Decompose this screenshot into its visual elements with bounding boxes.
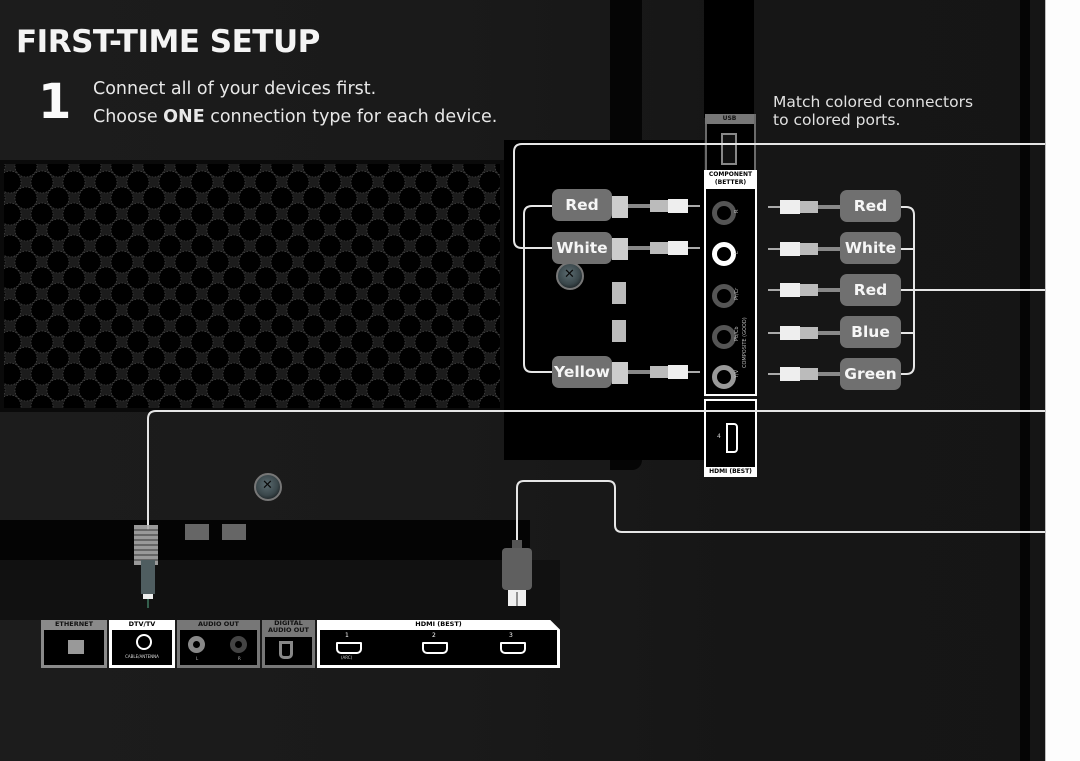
rca-plug-icon: [768, 242, 840, 256]
audio-out-box: AUDIO OUT L R: [177, 620, 260, 668]
optical-port-icon[interactable]: [279, 641, 293, 659]
cable-label-red-pr: Red: [840, 274, 901, 306]
cable-label-blue: Blue: [840, 316, 901, 348]
hdmi-best-box: HDMI (BEST) 1 2 3 (ARC): [317, 620, 560, 668]
stub-jack: [612, 238, 628, 260]
stub-jack: [612, 362, 628, 384]
rca-plug-icon: [768, 367, 840, 381]
cable-label-white: White: [552, 232, 612, 264]
ethernet-port-body: [44, 630, 104, 665]
hdmi-plug-icon: [502, 540, 532, 606]
digital-audio-label-line: AUDIO OUT: [268, 626, 309, 634]
stub-jack: [612, 196, 628, 218]
wire-hdmi: [516, 480, 1045, 540]
coax-port-icon[interactable]: [136, 634, 152, 650]
bezel-foot: [222, 524, 246, 540]
tv-stub-jacks: [612, 282, 626, 342]
hdmi2-number: 2: [432, 632, 436, 639]
dtv-label: DTV/TV: [128, 620, 156, 628]
digital-audio-body: [265, 637, 312, 665]
screw-icon: [556, 262, 584, 290]
hdmi2-port-icon[interactable]: [422, 642, 448, 654]
audio-l-label: L: [196, 656, 199, 661]
audio-out-body: L R: [180, 630, 257, 665]
hdmi1-port-icon[interactable]: [336, 642, 362, 654]
hdmi-best-body: 1 2 3 (ARC): [320, 630, 557, 665]
hdmi-best-label: HDMI (BEST): [415, 620, 462, 628]
ethernet-port-icon[interactable]: [68, 640, 84, 654]
stub-jack: [612, 282, 626, 304]
audio-out-label: AUDIO OUT: [198, 620, 239, 628]
dtv-port-box: DTV/TV CABLE/ANTENNA: [109, 620, 175, 668]
right-rca-plugs: [768, 200, 840, 381]
coax-connector-icon: [134, 525, 158, 608]
side-panel: [1045, 0, 1080, 761]
rca-plug-icon: [628, 365, 700, 379]
dtv-port-body: CABLE/ANTENNA: [112, 630, 172, 665]
audio-r-jack[interactable]: [230, 636, 247, 653]
rca-plug-icon: [628, 199, 700, 213]
cable-label-green: Green: [840, 358, 901, 390]
cable-label-red-audio: Red: [840, 190, 901, 222]
ethernet-port-box: ETHERNET: [41, 620, 107, 668]
digital-audio-label: DIGITAL AUDIO OUT: [262, 620, 315, 636]
rca-plug-icon: [768, 200, 840, 214]
hdmi1-number: 1: [345, 632, 349, 639]
cable-label-red: Red: [552, 189, 612, 221]
hdmi3-number: 3: [509, 632, 513, 639]
audio-l-jack[interactable]: [188, 636, 205, 653]
ethernet-label: ETHERNET: [54, 620, 94, 628]
digital-audio-box: DIGITAL AUDIO OUT: [262, 620, 315, 668]
dtv-sublabel: CABLE/ANTENNA: [125, 654, 159, 659]
audio-r-label: R: [238, 656, 241, 661]
bezel-foot: [185, 524, 209, 540]
screw-icon: [254, 473, 282, 501]
wire-composite-bracket: [523, 205, 556, 373]
hdmi-arc-label: (ARC): [341, 655, 353, 660]
rca-plug-icon: [768, 283, 840, 297]
stub-jack: [612, 320, 626, 342]
setup-diagram: FIRST-TIME SETUP 1 Connect all of your d…: [0, 0, 1080, 761]
cable-label-yellow: Yellow: [552, 356, 612, 388]
cable-label-white-audio: White: [840, 232, 901, 264]
wire-antenna: [147, 410, 1045, 530]
rca-plug-icon: [768, 326, 840, 340]
rca-plug-icon: [628, 241, 700, 255]
hdmi3-port-icon[interactable]: [500, 642, 526, 654]
